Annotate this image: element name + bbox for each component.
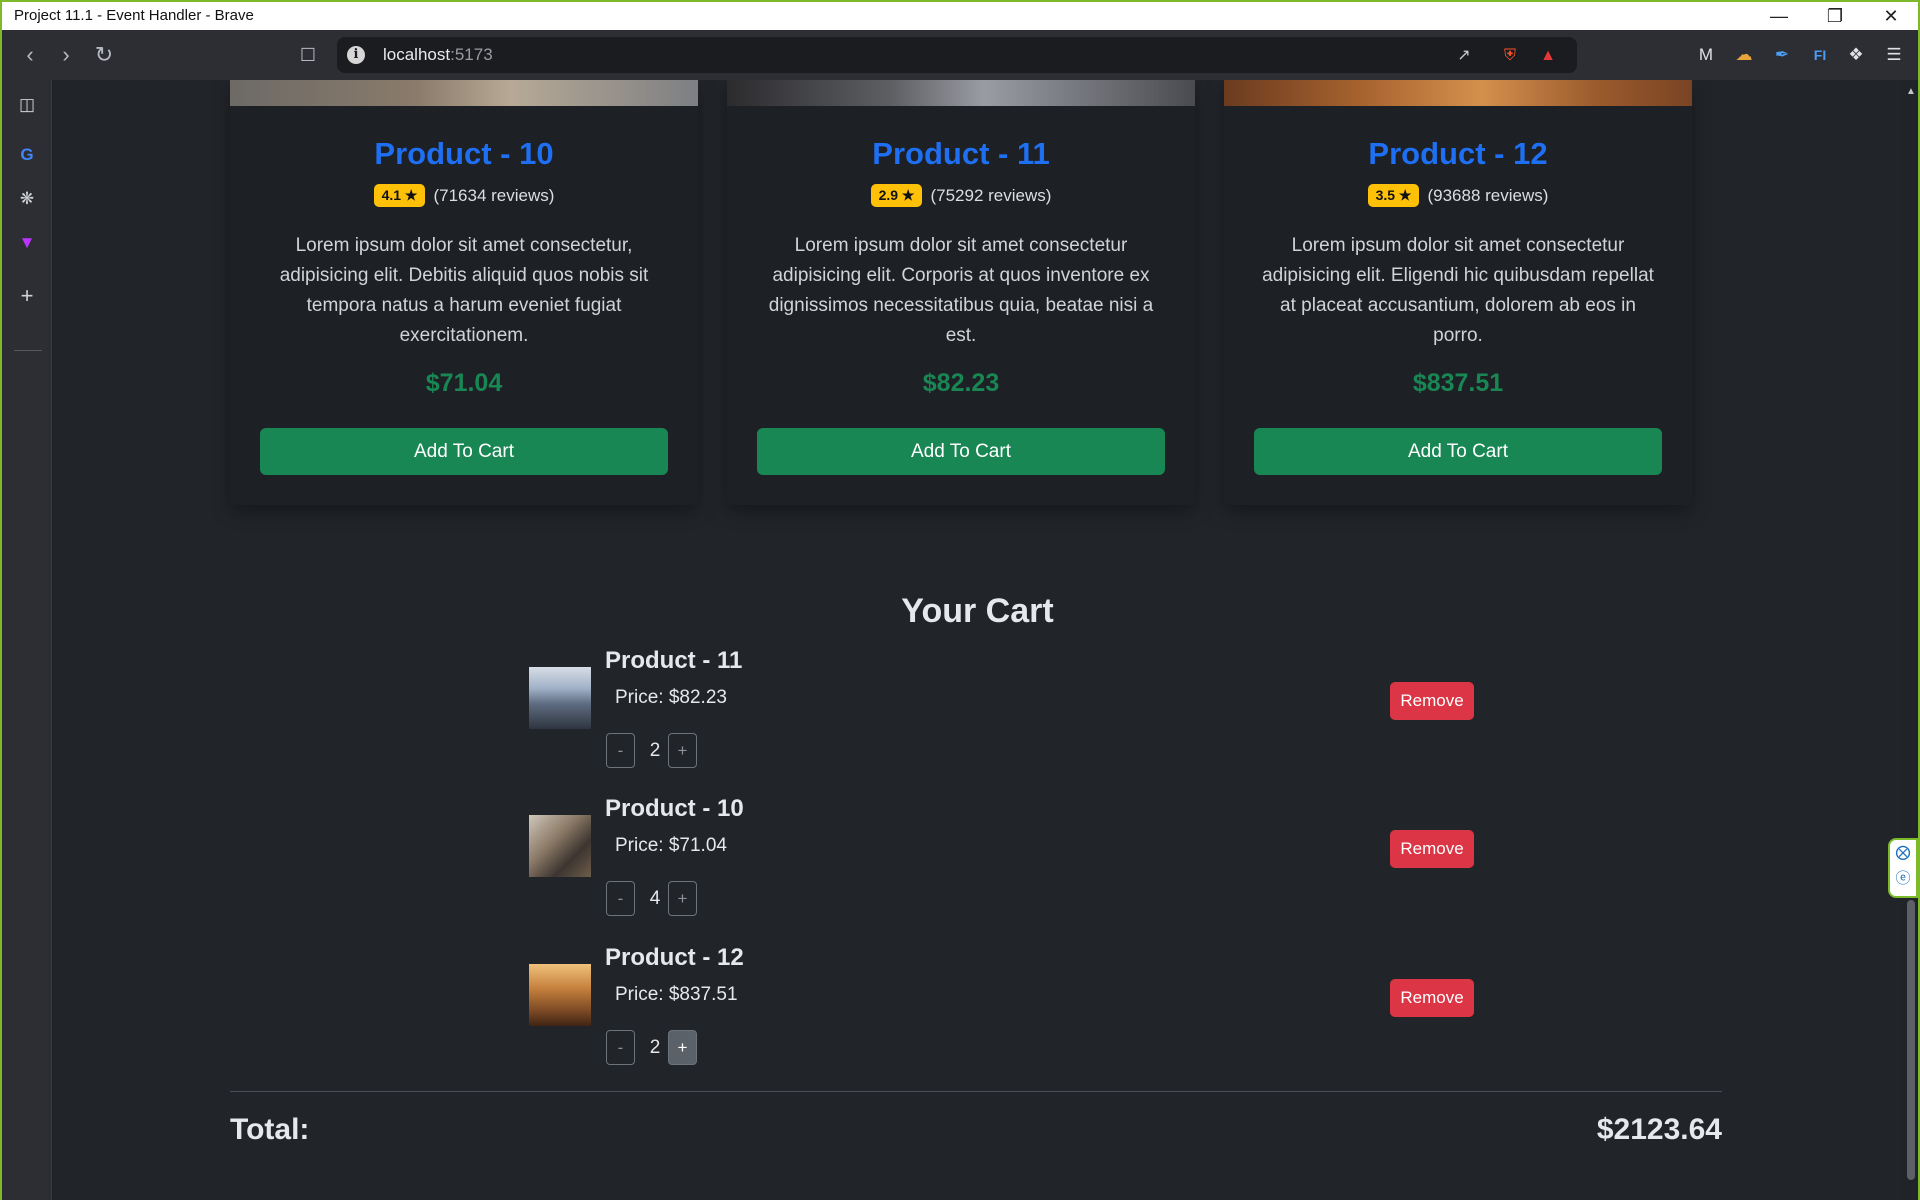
product-image [727,80,1195,106]
decrease-quantity-button[interactable]: - [606,1030,635,1065]
cart-item-price: Price: $82.23 [615,687,727,708]
total-label: Total: [230,1113,310,1146]
product-title[interactable]: Product - 12 [1224,136,1692,172]
add-to-cart-button[interactable]: Add To Cart [1254,428,1662,475]
rating-badge: 2.9 ★ [870,184,923,207]
product-image [230,80,698,106]
product-description: Lorem ipsum dolor sit amet consectetur a… [768,235,1154,346]
brave-shields-icon[interactable]: ⛨ [1499,45,1521,67]
cart-item-price: Price: $837.51 [615,984,738,1005]
cart-item-price: Price: $71.04 [615,835,727,856]
cart-item-name: Product - 11 [605,647,743,674]
cart-item-quantity: 4 [649,888,661,909]
product-description: Lorem ipsum dolor sit amet consectetur, … [279,235,649,346]
extension-fi-icon[interactable]: FI [1808,43,1832,67]
increase-quantity-button[interactable]: + [668,1030,697,1065]
address-text[interactable]: localhost:5173 [383,45,493,65]
edge-widget-icon[interactable]: ⓔ [1890,866,1916,892]
menu-icon[interactable]: ☰ [1882,43,1906,67]
cart-item: Product - 10 Price: $71.04 - 4 + Remove [529,795,1499,935]
brave-rewards-icon[interactable]: ▲ [1537,45,1559,67]
floating-widget: ⨂ ⓔ [1888,838,1918,898]
cart-item-name: Product - 10 [605,795,744,822]
cart-item-quantity: 2 [649,1037,661,1058]
review-count: (71634 reviews) [433,186,555,205]
decrease-quantity-button[interactable]: - [606,881,635,916]
cart-title: Your Cart [901,592,1054,630]
rating-badge: 4.1 ★ [373,184,426,207]
cart-item-image [529,964,591,1026]
browser-toolbar: ‹ › ↻ ☐ i localhost:5173 ↗ ⛨ ▲ M ☁ ✒ FI … [0,30,1920,80]
add-icon[interactable]: + [14,283,40,309]
window-title: Project 11.1 - Event Handler - Brave [14,7,254,24]
increase-quantity-button[interactable]: + [668,733,697,768]
remove-button[interactable]: Remove [1390,979,1474,1017]
total-divider [230,1091,1722,1092]
google-icon[interactable]: G [14,142,40,168]
add-to-cart-button[interactable]: Add To Cart [757,428,1165,475]
increase-quantity-button[interactable]: + [668,881,697,916]
decrease-quantity-button[interactable]: - [606,733,635,768]
extension-pen-icon[interactable]: ✒ [1770,43,1794,67]
cart-item-name: Product - 12 [605,944,744,971]
browser-sidebar: ◫ G ❋ ▼ + [0,80,52,1200]
vite-icon[interactable]: ▼ [14,230,40,256]
product-price: $82.23 [922,369,1000,397]
product-rating: 2.9 ★ (75292 reviews) [727,184,1195,207]
cart-item: Product - 12 Price: $837.51 - 2 + Remove [529,944,1499,1084]
cart-item-quantity: 2 [649,740,661,761]
product-title[interactable]: Product - 10 [230,136,698,172]
page-content: Product - 10 4.1 ★ (71634 reviews) Lorem … [53,80,1902,1200]
product-card: Product - 10 4.1 ★ (71634 reviews) Lorem … [230,80,698,505]
forward-icon[interactable]: › [52,42,80,70]
add-to-cart-button[interactable]: Add To Cart [260,428,668,475]
share-icon[interactable]: ↗ [1453,45,1475,67]
cart-item: Product - 11 Price: $82.23 - 2 + Remove [529,647,1499,787]
product-card: Product - 11 2.9 ★ (75292 reviews) Lorem … [727,80,1195,505]
product-title[interactable]: Product - 11 [727,136,1195,172]
extension-m-icon[interactable]: M [1694,43,1718,67]
product-price: $71.04 [425,369,503,397]
page-scrollbar[interactable]: ▲ [1902,80,1920,1200]
restore-icon[interactable]: ❐ [1808,4,1862,28]
remove-button[interactable]: Remove [1390,830,1474,868]
product-rating: 4.1 ★ (71634 reviews) [230,184,698,207]
sidebar-panel-icon[interactable]: ◫ [14,92,40,118]
cart-item-image [529,815,591,877]
scroll-up-icon[interactable]: ▲ [1906,86,1916,97]
chatgpt-icon[interactable]: ❋ [14,186,40,212]
window-titlebar: Project 11.1 - Event Handler - Brave — ❐… [0,0,1920,30]
product-description: Lorem ipsum dolor sit amet consectetur a… [1262,235,1654,346]
review-count: (93688 reviews) [1427,186,1549,205]
remove-button[interactable]: Remove [1390,682,1474,720]
product-card: Product - 12 3.5 ★ (93688 reviews) Lorem … [1224,80,1692,505]
bookmark-icon[interactable]: ☐ [294,42,322,70]
product-rating: 3.5 ★ (93688 reviews) [1224,184,1692,207]
total-value: $2123.64 [1596,1113,1722,1146]
sidebar-divider [14,350,42,351]
close-widget-icon[interactable]: ⨂ [1890,840,1916,866]
back-icon[interactable]: ‹ [16,42,44,70]
close-window-icon[interactable]: ✕ [1864,4,1918,28]
address-bar[interactable]: i localhost:5173 ↗ ⛨ ▲ [337,37,1577,73]
review-count: (75292 reviews) [930,186,1052,205]
cart-item-image [529,667,591,729]
scrollbar-thumb[interactable] [1907,900,1915,1180]
minimize-icon[interactable]: — [1752,4,1806,28]
product-image [1224,80,1692,106]
reload-icon[interactable]: ↻ [90,42,118,70]
rating-badge: 3.5 ★ [1367,184,1420,207]
site-info-icon[interactable]: i [347,46,365,64]
extension-cloud-icon[interactable]: ☁ [1732,43,1756,67]
product-price: $837.51 [1412,369,1504,397]
extensions-puzzle-icon[interactable]: ❖ [1844,43,1868,67]
